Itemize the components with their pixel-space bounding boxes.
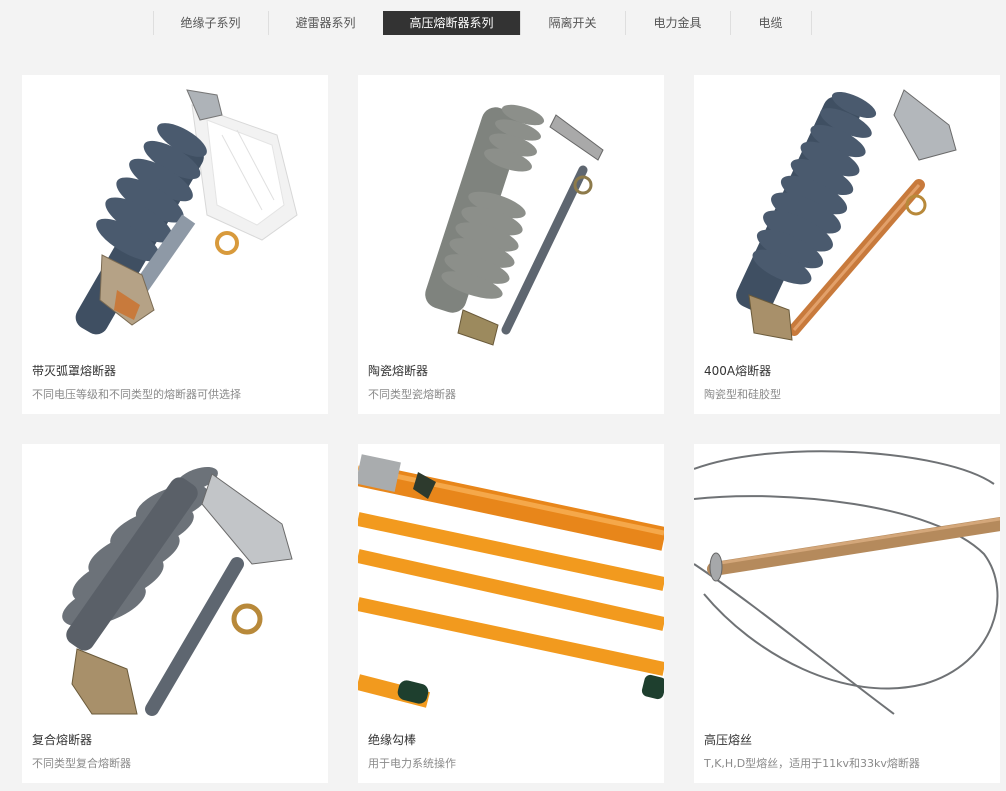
product-image: [358, 444, 664, 727]
product-card-insulated-hook-stick[interactable]: 绝缘勾棒 用于电力系统操作: [358, 444, 664, 783]
tab-cable[interactable]: 电缆: [729, 11, 812, 35]
product-card-porcelain-fuse[interactable]: 陶瓷熔断器 不同类型瓷熔断器: [358, 75, 664, 414]
product-title: 高压熔丝: [704, 733, 753, 747]
product-image: [694, 75, 1000, 358]
tab-arrester-series[interactable]: 避雷器系列: [267, 11, 383, 35]
product-image: [358, 75, 664, 358]
tab-insulator-series[interactable]: 绝缘子系列: [152, 11, 268, 35]
product-title: 复合熔断器: [32, 733, 93, 747]
tab-power-fittings[interactable]: 电力金具: [624, 11, 730, 35]
product-description: 不同类型瓷熔断器: [368, 388, 456, 401]
tab-hv-fuse-series[interactable]: 高压熔断器系列: [382, 11, 520, 35]
product-card-composite-fuse[interactable]: 复合熔断器 不同类型复合熔断器: [22, 444, 328, 783]
product-description: 不同电压等级和不同类型的熔断器可供选择: [32, 388, 241, 401]
tab-disconnect-switch[interactable]: 隔离开关: [519, 11, 625, 35]
product-title: 400A熔断器: [704, 364, 772, 378]
product-title: 带灭弧罩熔断器: [32, 364, 117, 378]
product-card-arc-chute-fuse[interactable]: 带灭弧罩熔断器 不同电压等级和不同类型的熔断器可供选择: [22, 75, 328, 414]
category-tabs: 绝缘子系列 避雷器系列 高压熔断器系列 隔离开关 电力金具 电缆: [0, 11, 1006, 39]
product-image: [694, 444, 1000, 727]
product-title: 绝缘勾棒: [368, 733, 417, 747]
product-description: 陶瓷型和硅胶型: [704, 388, 781, 401]
product-card-hv-fuse-link[interactable]: 高压熔丝 T,K,H,D型熔丝，适用于11kv和33kv熔断器: [694, 444, 1000, 783]
product-image: [22, 444, 328, 727]
product-description: T,K,H,D型熔丝，适用于11kv和33kv熔断器: [704, 757, 920, 770]
product-card-400a-fuse[interactable]: 400A熔断器 陶瓷型和硅胶型: [694, 75, 1000, 414]
product-image: [22, 75, 328, 358]
product-description: 用于电力系统操作: [368, 757, 456, 770]
product-title: 陶瓷熔断器: [368, 364, 429, 378]
product-description: 不同类型复合熔断器: [32, 757, 131, 770]
